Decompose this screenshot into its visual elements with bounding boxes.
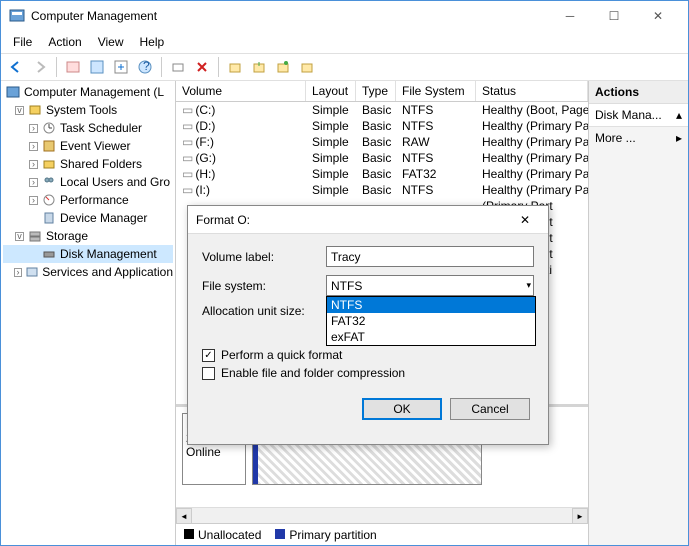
filesystem-label: File system: — [202, 279, 326, 293]
actions-header: Actions — [589, 81, 688, 104]
column-headers: Volume Layout Type File System Status — [176, 81, 588, 102]
tree-event-viewer[interactable]: ›Event Viewer — [3, 137, 173, 155]
allocation-label: Allocation unit size: — [202, 304, 326, 318]
tree-shared-folders[interactable]: ›Shared Folders — [3, 155, 173, 173]
volume-label-input[interactable] — [326, 246, 534, 267]
tree-task-scheduler[interactable]: ›Task Scheduler — [3, 119, 173, 137]
fs-option-ntfs[interactable]: NTFS — [327, 297, 535, 313]
toolbar-icon[interactable] — [272, 56, 294, 78]
menu-view[interactable]: View — [90, 33, 132, 51]
tree-root[interactable]: Computer Management (L — [3, 83, 173, 101]
window-titlebar: Computer Management ─ ☐ ✕ — [1, 1, 688, 31]
close-button[interactable]: ✕ — [636, 1, 680, 31]
svg-text:?: ? — [143, 60, 150, 73]
col-type[interactable]: Type — [356, 81, 396, 101]
horizontal-scrollbar[interactable]: ◄ ► — [176, 507, 588, 523]
toolbar: ? — [1, 53, 688, 81]
volume-row[interactable]: ▭(F:)SimpleBasicRAWHealthy (Primary Part — [176, 134, 588, 150]
back-button[interactable] — [5, 56, 27, 78]
dialog-titlebar[interactable]: Format O: ✕ — [188, 206, 548, 234]
volume-row[interactable]: ▭(H:)SimpleBasicFAT32Healthy (Primary Pa… — [176, 166, 588, 182]
maximize-button[interactable]: ☐ — [592, 1, 636, 31]
menu-file[interactable]: File — [5, 33, 40, 51]
col-layout[interactable]: Layout — [306, 81, 356, 101]
chevron-right-icon: ▸ — [676, 131, 682, 145]
toolbar-icon[interactable] — [248, 56, 270, 78]
col-filesystem[interactable]: File System — [396, 81, 476, 101]
scroll-left-icon[interactable]: ◄ — [176, 508, 192, 524]
toolbar-icon[interactable] — [62, 56, 84, 78]
actions-disk-header[interactable]: Disk Mana...▴ — [589, 104, 688, 127]
tree-system-tools[interactable]: vSystem Tools — [3, 101, 173, 119]
dialog-close-button[interactable]: ✕ — [510, 208, 540, 232]
collapse-icon[interactable]: ▴ — [676, 108, 682, 122]
menu-help[interactable]: Help — [132, 33, 173, 51]
delete-icon[interactable] — [191, 56, 213, 78]
legend: Unallocated Primary partition — [176, 523, 588, 545]
checkbox-checked-icon[interactable]: ✓ — [202, 349, 215, 362]
volume-label-label: Volume label: — [202, 250, 326, 264]
toolbar-icon[interactable] — [110, 56, 132, 78]
compression-checkbox[interactable]: Enable file and folder compression — [202, 366, 534, 380]
volume-row[interactable]: ▭(C:)SimpleBasicNTFSHealthy (Boot, Page … — [176, 102, 588, 118]
checkbox-unchecked-icon[interactable] — [202, 367, 215, 380]
scroll-right-icon[interactable]: ► — [572, 508, 588, 524]
toolbar-icon[interactable] — [167, 56, 189, 78]
tree-performance[interactable]: ›Performance — [3, 191, 173, 209]
col-status[interactable]: Status — [476, 81, 588, 101]
col-volume[interactable]: Volume — [176, 81, 306, 101]
toolbar-icon[interactable] — [86, 56, 108, 78]
quick-format-checkbox[interactable]: ✓ Perform a quick format — [202, 348, 534, 362]
toolbar-icon[interactable] — [296, 56, 318, 78]
volume-row[interactable]: ▭(I:)SimpleBasicNTFSHealthy (Primary Par… — [176, 182, 588, 198]
forward-button[interactable] — [29, 56, 51, 78]
cancel-button[interactable]: Cancel — [450, 398, 530, 420]
tree-local-users[interactable]: ›Local Users and Gro — [3, 173, 173, 191]
ok-button[interactable]: OK — [362, 398, 442, 420]
chevron-down-icon: ▾ — [526, 280, 531, 291]
toolbar-icon[interactable] — [224, 56, 246, 78]
filesystem-dropdown[interactable]: NTFS FAT32 exFAT — [326, 296, 536, 346]
filesystem-select[interactable]: NTFS ▾ — [326, 275, 534, 296]
dialog-title: Format O: — [196, 213, 510, 227]
nav-tree[interactable]: Computer Management (L vSystem Tools ›Ta… — [1, 81, 176, 545]
menu-action[interactable]: Action — [40, 33, 89, 51]
format-dialog: Format O: ✕ Volume label: File system: N… — [187, 205, 549, 445]
tree-services[interactable]: ›Services and Application — [3, 263, 173, 281]
tree-disk-management[interactable]: Disk Management — [3, 245, 173, 263]
volume-row[interactable]: ▭(D:)SimpleBasicNTFSHealthy (Primary Par… — [176, 118, 588, 134]
fs-option-fat32[interactable]: FAT32 — [327, 313, 535, 329]
fs-option-exfat[interactable]: exFAT — [327, 329, 535, 345]
volume-row[interactable]: ▭(G:)SimpleBasicNTFSHealthy (Primary Par… — [176, 150, 588, 166]
tree-device-manager[interactable]: Device Manager — [3, 209, 173, 227]
help-icon[interactable]: ? — [134, 56, 156, 78]
menu-bar: File Action View Help — [1, 31, 688, 53]
actions-more[interactable]: More ...▸ — [589, 127, 688, 149]
app-icon — [9, 8, 25, 24]
minimize-button[interactable]: ─ — [548, 1, 592, 31]
actions-pane: Actions Disk Mana...▴ More ...▸ — [588, 81, 688, 545]
window-title: Computer Management — [31, 9, 548, 23]
tree-storage[interactable]: vStorage — [3, 227, 173, 245]
